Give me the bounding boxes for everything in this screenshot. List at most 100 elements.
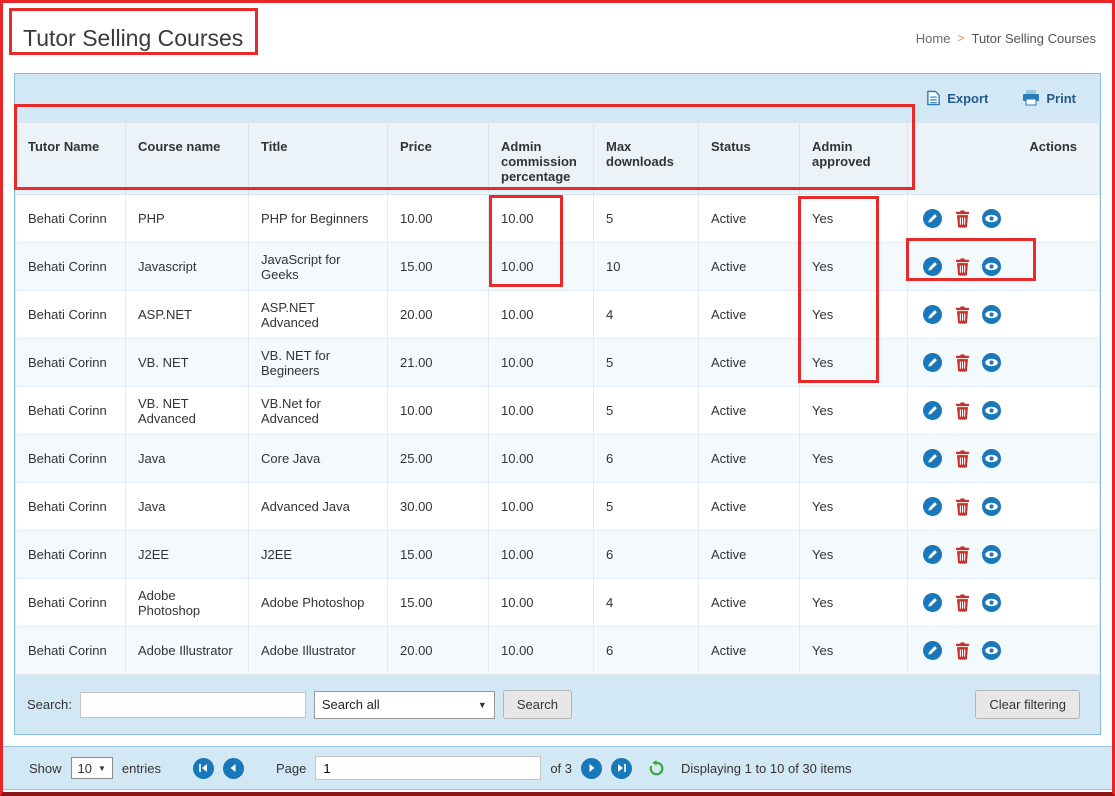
edit-button[interactable] (923, 449, 942, 468)
cell-actions (908, 243, 1100, 291)
export-button[interactable]: Export (920, 89, 994, 107)
edit-icon (923, 401, 942, 420)
cell-admin-commission: 10.00 (489, 627, 594, 675)
search-input[interactable] (80, 692, 306, 718)
col-tutor-name[interactable]: Tutor Name (16, 123, 126, 195)
eye-icon (982, 209, 1001, 228)
search-scope-select[interactable]: Search all ▼ (314, 691, 495, 719)
cell-tutor-name: Behati Corinn (16, 483, 126, 531)
first-page-button[interactable] (193, 758, 214, 779)
edit-button[interactable] (923, 401, 942, 420)
entries-select[interactable]: 10 ▼ (71, 757, 113, 779)
last-page-button[interactable] (611, 758, 632, 779)
edit-button[interactable] (923, 641, 942, 660)
cell-actions (908, 435, 1100, 483)
eye-icon (982, 593, 1001, 612)
cell-actions (908, 483, 1100, 531)
cell-course-name: Adobe Photoshop (126, 579, 249, 627)
print-button[interactable]: Print (1016, 89, 1082, 107)
table-row: Behati Corinn Javascript JavaScript for … (16, 243, 1100, 291)
view-button[interactable] (982, 257, 1001, 276)
delete-button[interactable] (955, 594, 970, 612)
page-header: Tutor Selling Courses Home > Tutor Selli… (3, 3, 1112, 73)
col-course-name[interactable]: Course name (126, 123, 249, 195)
cell-price: 10.00 (388, 387, 489, 435)
view-button[interactable] (982, 209, 1001, 228)
table-row: Behati Corinn PHP PHP for Beginners 10.0… (16, 195, 1100, 243)
edit-button[interactable] (923, 545, 942, 564)
cell-status: Active (699, 531, 800, 579)
page-title: Tutor Selling Courses (17, 25, 243, 52)
col-title[interactable]: Title (249, 123, 388, 195)
breadcrumb: Home > Tutor Selling Courses (916, 31, 1098, 46)
cell-admin-approved: Yes (800, 339, 908, 387)
view-button[interactable] (982, 593, 1001, 612)
edit-button[interactable] (923, 593, 942, 612)
edit-button[interactable] (923, 497, 942, 516)
cell-price: 10.00 (388, 195, 489, 243)
edit-icon (923, 449, 942, 468)
edit-icon (923, 545, 942, 564)
delete-button[interactable] (955, 210, 970, 228)
delete-button[interactable] (955, 450, 970, 468)
trash-icon (955, 498, 970, 516)
delete-button[interactable] (955, 642, 970, 660)
cell-admin-commission: 10.00 (489, 435, 594, 483)
cell-max-downloads: 5 (594, 195, 699, 243)
cell-course-name: VB. NET (126, 339, 249, 387)
cell-admin-commission: 10.00 (489, 243, 594, 291)
cell-admin-approved: Yes (800, 387, 908, 435)
col-admin-approved[interactable]: Admin approved (800, 123, 908, 195)
displaying-text: Displaying 1 to 10 of 30 items (681, 761, 852, 776)
trash-icon (955, 642, 970, 660)
breadcrumb-separator: > (957, 31, 964, 45)
view-button[interactable] (982, 353, 1001, 372)
cell-max-downloads: 4 (594, 579, 699, 627)
edit-button[interactable] (923, 209, 942, 228)
eye-icon (982, 257, 1001, 276)
cell-admin-approved: Yes (800, 435, 908, 483)
cell-price: 15.00 (388, 243, 489, 291)
delete-button[interactable] (955, 258, 970, 276)
eye-icon (982, 305, 1001, 324)
table-body: Behati Corinn PHP PHP for Beginners 10.0… (16, 195, 1100, 675)
col-max-downloads[interactable]: Max downloads (594, 123, 699, 195)
view-button[interactable] (982, 641, 1001, 660)
cell-admin-approved: Yes (800, 291, 908, 339)
edit-button[interactable] (923, 257, 942, 276)
table-row: Behati Corinn VB. NET VB. NET for Begine… (16, 339, 1100, 387)
page-number-input[interactable] (315, 756, 541, 780)
pagination-bar: Show 10 ▼ entries Page of 3 Displaying 1… (3, 746, 1112, 790)
cell-tutor-name: Behati Corinn (16, 291, 126, 339)
delete-button[interactable] (955, 306, 970, 324)
col-status[interactable]: Status (699, 123, 800, 195)
cell-status: Active (699, 483, 800, 531)
edit-button[interactable] (923, 305, 942, 324)
view-button[interactable] (982, 449, 1001, 468)
cell-status: Active (699, 627, 800, 675)
edit-button[interactable] (923, 353, 942, 372)
breadcrumb-home-link[interactable]: Home (916, 31, 951, 46)
view-button[interactable] (982, 401, 1001, 420)
delete-button[interactable] (955, 354, 970, 372)
clear-filtering-button[interactable]: Clear filtering (975, 690, 1080, 719)
trash-icon (955, 306, 970, 324)
view-button[interactable] (982, 305, 1001, 324)
cell-course-name: VB. NET Advanced (126, 387, 249, 435)
search-button[interactable]: Search (503, 690, 572, 719)
cell-admin-commission: 10.00 (489, 339, 594, 387)
prev-page-button[interactable] (223, 758, 244, 779)
cell-status: Active (699, 339, 800, 387)
delete-button[interactable] (955, 498, 970, 516)
print-label: Print (1046, 91, 1076, 106)
delete-button[interactable] (955, 546, 970, 564)
col-price[interactable]: Price (388, 123, 489, 195)
col-admin-commission[interactable]: Admin commission percentage (489, 123, 594, 195)
view-button[interactable] (982, 545, 1001, 564)
view-button[interactable] (982, 497, 1001, 516)
delete-button[interactable] (955, 402, 970, 420)
cell-admin-commission: 10.00 (489, 291, 594, 339)
table-row: Behati Corinn Adobe Photoshop Adobe Phot… (16, 579, 1100, 627)
next-page-button[interactable] (581, 758, 602, 779)
refresh-button[interactable] (648, 760, 665, 777)
